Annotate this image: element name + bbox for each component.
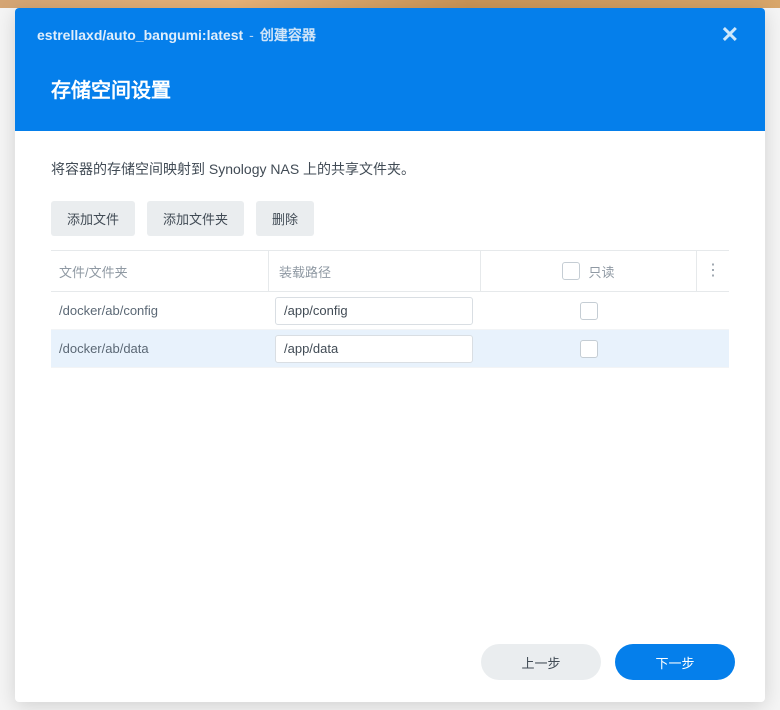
row-readonly-cell xyxy=(481,340,697,358)
header-subtitle-area: 存储空间设置 xyxy=(15,54,765,131)
create-container-modal: estrellaxd/auto_bangumi:latest - 创建容器 ✕ … xyxy=(15,8,765,702)
previous-button[interactable]: 上一步 xyxy=(481,644,601,680)
mount-table: 文件/文件夹 装载路径 只读 ⋮ /docker/ab/config/docke… xyxy=(51,250,729,368)
close-icon[interactable]: ✕ xyxy=(717,22,743,48)
backdrop-strip xyxy=(0,0,780,8)
section-title: 存储空间设置 xyxy=(51,74,729,103)
modal-body: 将容器的存储空间映射到 Synology NAS 上的共享文件夹。 添加文件 添… xyxy=(15,131,765,628)
row-file-path: /docker/ab/config xyxy=(51,303,269,318)
mount-path-input[interactable] xyxy=(275,335,473,363)
table-row[interactable]: /docker/ab/data xyxy=(51,330,729,368)
image-name: estrellaxd/auto_bangumi:latest xyxy=(37,27,243,43)
next-button[interactable]: 下一步 xyxy=(615,644,735,680)
col-header-readonly[interactable]: 只读 xyxy=(481,251,697,291)
table-options-button[interactable]: ⋮ xyxy=(697,251,729,291)
table-header-row: 文件/文件夹 装载路径 只读 ⋮ xyxy=(51,250,729,292)
modal-header: estrellaxd/auto_bangumi:latest - 创建容器 ✕ … xyxy=(15,8,765,131)
table-row[interactable]: /docker/ab/config xyxy=(51,292,729,330)
mount-path-input[interactable] xyxy=(275,297,473,325)
modal-title: estrellaxd/auto_bangumi:latest - 创建容器 xyxy=(37,25,316,45)
description-text: 将容器的存储空间映射到 Synology NAS 上的共享文件夹。 xyxy=(51,159,729,179)
col-header-mount[interactable]: 装载路径 xyxy=(269,251,481,291)
readonly-checkbox[interactable] xyxy=(580,302,598,320)
row-mount-cell xyxy=(269,335,481,363)
row-file-path: /docker/ab/data xyxy=(51,341,269,356)
more-vertical-icon: ⋮ xyxy=(705,263,721,279)
modal-footer: 上一步 下一步 xyxy=(15,628,765,702)
readonly-header-checkbox[interactable] xyxy=(562,262,580,280)
readonly-header-label: 只读 xyxy=(588,262,614,281)
create-container-label: 创建容器 xyxy=(260,25,316,45)
row-mount-cell xyxy=(269,297,481,325)
add-file-button[interactable]: 添加文件 xyxy=(51,201,135,236)
col-header-file[interactable]: 文件/文件夹 xyxy=(51,251,269,291)
add-folder-button[interactable]: 添加文件夹 xyxy=(147,201,244,236)
header-top-row: estrellaxd/auto_bangumi:latest - 创建容器 ✕ xyxy=(15,8,765,54)
title-separator: - xyxy=(249,27,254,43)
delete-button[interactable]: 删除 xyxy=(256,201,314,236)
row-readonly-cell xyxy=(481,302,697,320)
readonly-checkbox[interactable] xyxy=(580,340,598,358)
toolbar: 添加文件 添加文件夹 删除 xyxy=(51,201,729,236)
